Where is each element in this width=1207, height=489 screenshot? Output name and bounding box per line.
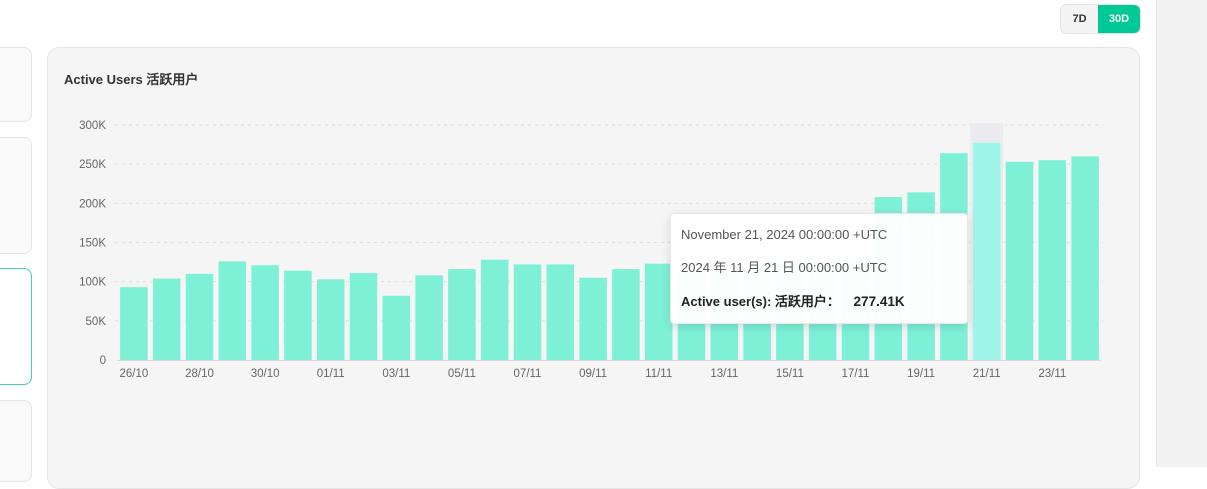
x-tick-label: 30/10 bbox=[251, 368, 280, 380]
y-tick-label: 100K bbox=[79, 277, 106, 289]
tooltip-date-zh: 2024 年 11 月 21 日 00:00:00 +UTC bbox=[681, 260, 888, 275]
bar-10-11[interactable] bbox=[612, 269, 640, 360]
y-tick-label: 0 bbox=[100, 355, 106, 367]
x-tick-label: 15/11 bbox=[776, 368, 804, 380]
x-tick-label: 07/11 bbox=[514, 368, 542, 380]
bar-26-10[interactable] bbox=[120, 287, 148, 360]
bar-22-11[interactable] bbox=[1005, 161, 1034, 360]
range-7d-button[interactable]: 7D bbox=[1061, 5, 1098, 33]
bar-21-11[interactable] bbox=[972, 142, 1001, 360]
bar-23-11[interactable] bbox=[1038, 160, 1067, 360]
metric-card[interactable] bbox=[0, 47, 32, 122]
x-tick-label: 17/11 bbox=[842, 368, 870, 380]
bar-chart: 0 50K 100K 150K 200K 250K 300K 26/10 28/10 30/10 0… bbox=[79, 120, 1103, 380]
bar-04-11[interactable] bbox=[415, 275, 443, 360]
active-users-chart-panel: Active Users 活跃用户 0 50K 100K 150K 200K 250K 30… bbox=[47, 47, 1140, 489]
bar-11-11[interactable] bbox=[644, 263, 673, 360]
x-tick-label: 23/11 bbox=[1038, 368, 1066, 380]
chart-tooltip: November 21, 2024 00:00:00 +UTC 2024 年 1… bbox=[670, 213, 968, 324]
time-range-toggle: 7D 30D bbox=[1060, 4, 1141, 34]
tooltip-metric-value: 277.41K bbox=[853, 294, 905, 309]
metric-card[interactable] bbox=[0, 400, 32, 482]
metric-card[interactable] bbox=[0, 137, 32, 254]
x-tick-label: 28/10 bbox=[185, 368, 214, 380]
y-tick-label: 250K bbox=[79, 159, 106, 171]
bar-05-11[interactable] bbox=[448, 269, 476, 360]
tooltip-date-en: November 21, 2024 00:00:00 +UTC bbox=[681, 227, 888, 242]
bar-09-11[interactable] bbox=[579, 277, 607, 360]
bar-06-11[interactable] bbox=[480, 259, 509, 360]
bar-29-10[interactable] bbox=[218, 261, 247, 360]
x-tick-label: 13/11 bbox=[710, 368, 738, 380]
bar-30-10[interactable] bbox=[251, 265, 279, 360]
x-tick-label: 03/11 bbox=[382, 368, 410, 380]
x-tick-label: 05/11 bbox=[448, 368, 476, 380]
y-tick-label: 200K bbox=[79, 198, 106, 210]
bar-31-10[interactable] bbox=[284, 270, 312, 360]
bar-03-11[interactable] bbox=[382, 295, 411, 360]
tooltip-metric: Active user(s): 活跃用户： 277.41K bbox=[681, 292, 967, 325]
y-tick-label: 300K bbox=[79, 120, 106, 132]
x-tick-label: 21/11 bbox=[973, 368, 1001, 380]
bar-01-11[interactable] bbox=[316, 279, 345, 360]
metric-card-selected[interactable] bbox=[0, 268, 32, 385]
x-tick-label: 09/11 bbox=[579, 368, 607, 380]
bar-27-10[interactable] bbox=[152, 278, 181, 360]
tooltip-metric-label: Active user(s): 活跃用户： bbox=[681, 294, 840, 309]
x-tick-label: 01/11 bbox=[317, 368, 345, 380]
y-tick-label: 50K bbox=[86, 316, 107, 328]
x-tick-label: 19/11 bbox=[907, 368, 935, 380]
y-tick-label: 150K bbox=[79, 238, 106, 250]
bar-28-10[interactable] bbox=[185, 273, 214, 360]
bar-02-11[interactable] bbox=[349, 273, 378, 360]
right-scroll-rail bbox=[1156, 0, 1207, 467]
bar-08-11[interactable] bbox=[546, 264, 575, 360]
range-30d-button[interactable]: 30D bbox=[1098, 5, 1140, 33]
x-tick-label: 26/10 bbox=[120, 368, 149, 380]
bar-24-11[interactable] bbox=[1071, 156, 1099, 360]
x-tick-label: 11/11 bbox=[645, 368, 672, 380]
bar-07-11[interactable] bbox=[513, 264, 542, 360]
